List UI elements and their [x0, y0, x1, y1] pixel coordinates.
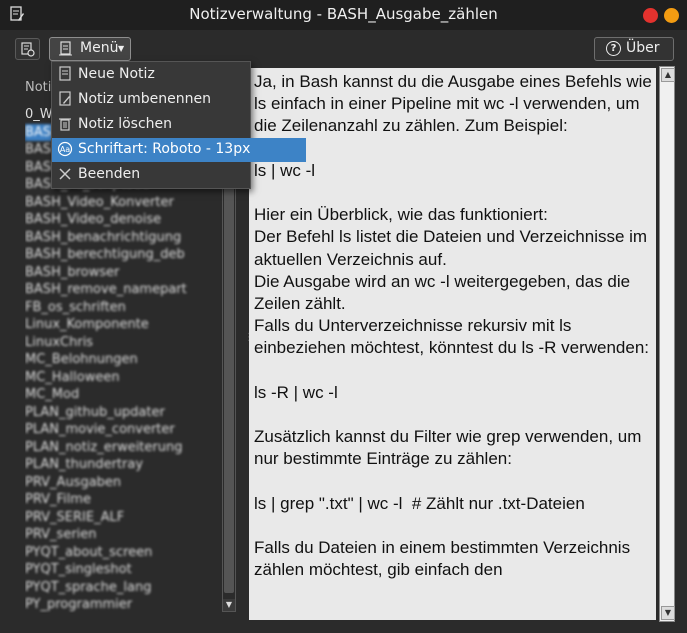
note-list-item[interactable]: PLAN_movie_converter [25, 421, 220, 439]
scroll-up-icon[interactable]: ▲ [661, 68, 675, 82]
note-list-item[interactable]: BASH_benachrichtigung [25, 229, 220, 247]
title-bar: Notizverwaltung - BASH_Ausgabe_zählen [0, 0, 687, 30]
note-list-item[interactable]: PLAN_github_updater [25, 404, 220, 422]
menu-item-font[interactable]: Aa Schriftart: Roboto - 13px [52, 138, 306, 162]
note-list-item[interactable]: FB_os_schriften [25, 299, 220, 317]
exit-icon [57, 166, 73, 182]
font-icon: Aa [57, 141, 73, 157]
close-window-button[interactable] [643, 8, 658, 23]
dropdown-menu: Neue Notiz Notiz umbenennen Notiz löschen A… [51, 61, 306, 189]
editor-scrollbar[interactable]: ▲ ▼ [659, 66, 675, 622]
note-icon [59, 41, 72, 56]
window-title: Notizverwaltung - BASH_Ausgabe_zählen [189, 5, 498, 23]
note-editor[interactable]: Ja, in Bash kannst du die Ausgabe eines … [249, 68, 656, 620]
note-list-item[interactable]: PYQT_singleshot [25, 561, 220, 579]
note-list-item[interactable]: PRV_SERIE_ALF [25, 509, 220, 527]
menu-item-label: Notiz löschen [78, 116, 173, 132]
note-content[interactable]: Ja, in Bash kannst du die Ausgabe eines … [254, 71, 654, 582]
menu-item-label: Notiz umbenennen [78, 91, 211, 107]
menu-item-label: Schriftart: Roboto - 13px [78, 141, 251, 157]
note-list-item[interactable]: PLAN_thundertray [25, 456, 220, 474]
note-list-item[interactable]: PRV_Ausgaben [25, 474, 220, 492]
note-list-item[interactable]: PLAN_notiz_erweiterung [25, 439, 220, 457]
menu-item-new-note[interactable]: Neue Notiz [52, 63, 250, 87]
chevron-down-icon: ▼ [118, 44, 125, 53]
menu-item-label: Beenden [78, 166, 141, 182]
note-list-item[interactable]: PY_programmier [25, 596, 220, 613]
menu-button[interactable]: Menü ▼ [49, 37, 131, 61]
about-button[interactable]: ? Über [594, 37, 674, 61]
new-note-icon [57, 66, 73, 82]
rename-note-icon [57, 91, 73, 107]
note-list-item[interactable]: BASH_berechtigung_deb [25, 246, 220, 264]
note-list-item[interactable]: Linux_Komponente [25, 316, 220, 334]
svg-text:Aa: Aa [60, 145, 70, 154]
scroll-down-icon[interactable]: ▼ [661, 606, 675, 620]
menu-item-label: Neue Notiz [78, 66, 155, 82]
menu-item-rename-note[interactable]: Notiz umbenennen [52, 88, 250, 112]
note-list-item[interactable]: MC_Belohnungen [25, 351, 220, 369]
about-button-label: Über [626, 40, 660, 56]
menu-item-trash[interactable]: Notiz löschen [52, 113, 250, 137]
trash-icon [57, 116, 73, 132]
help-icon: ? [606, 41, 621, 56]
minimize-window-button[interactable] [664, 8, 679, 23]
note-list-item[interactable]: PRV_Filme [25, 491, 220, 509]
note-list-item[interactable]: MC_Mod [25, 386, 220, 404]
scroll-down-icon[interactable]: ▼ [223, 599, 235, 611]
scroll-thumb[interactable] [224, 123, 234, 593]
note-list-item[interactable]: LinuxChris [25, 334, 220, 352]
sidebar-header: Noti [25, 80, 52, 95]
note-list-item[interactable]: BASH_Video_Konverter [25, 194, 220, 212]
note-list-item[interactable]: BASH_Video_denoise [25, 211, 220, 229]
note-list-item[interactable]: MC_Halloween [25, 369, 220, 387]
menu-button-label: Menü [80, 40, 119, 56]
note-list-item[interactable]: PYQT_sprache_lang [25, 579, 220, 597]
note-list-item[interactable]: BASH_remove_namepart [25, 281, 220, 299]
note-list-item[interactable]: BASH_browser [25, 264, 220, 282]
note-settings-button[interactable] [15, 38, 40, 60]
note-gear-icon [21, 42, 35, 57]
menu-item-exit[interactable]: Beenden [52, 163, 250, 187]
note-list-item[interactable]: PYQT_about_screen [25, 544, 220, 562]
note-list-item[interactable]: PRV_serien [25, 526, 220, 544]
